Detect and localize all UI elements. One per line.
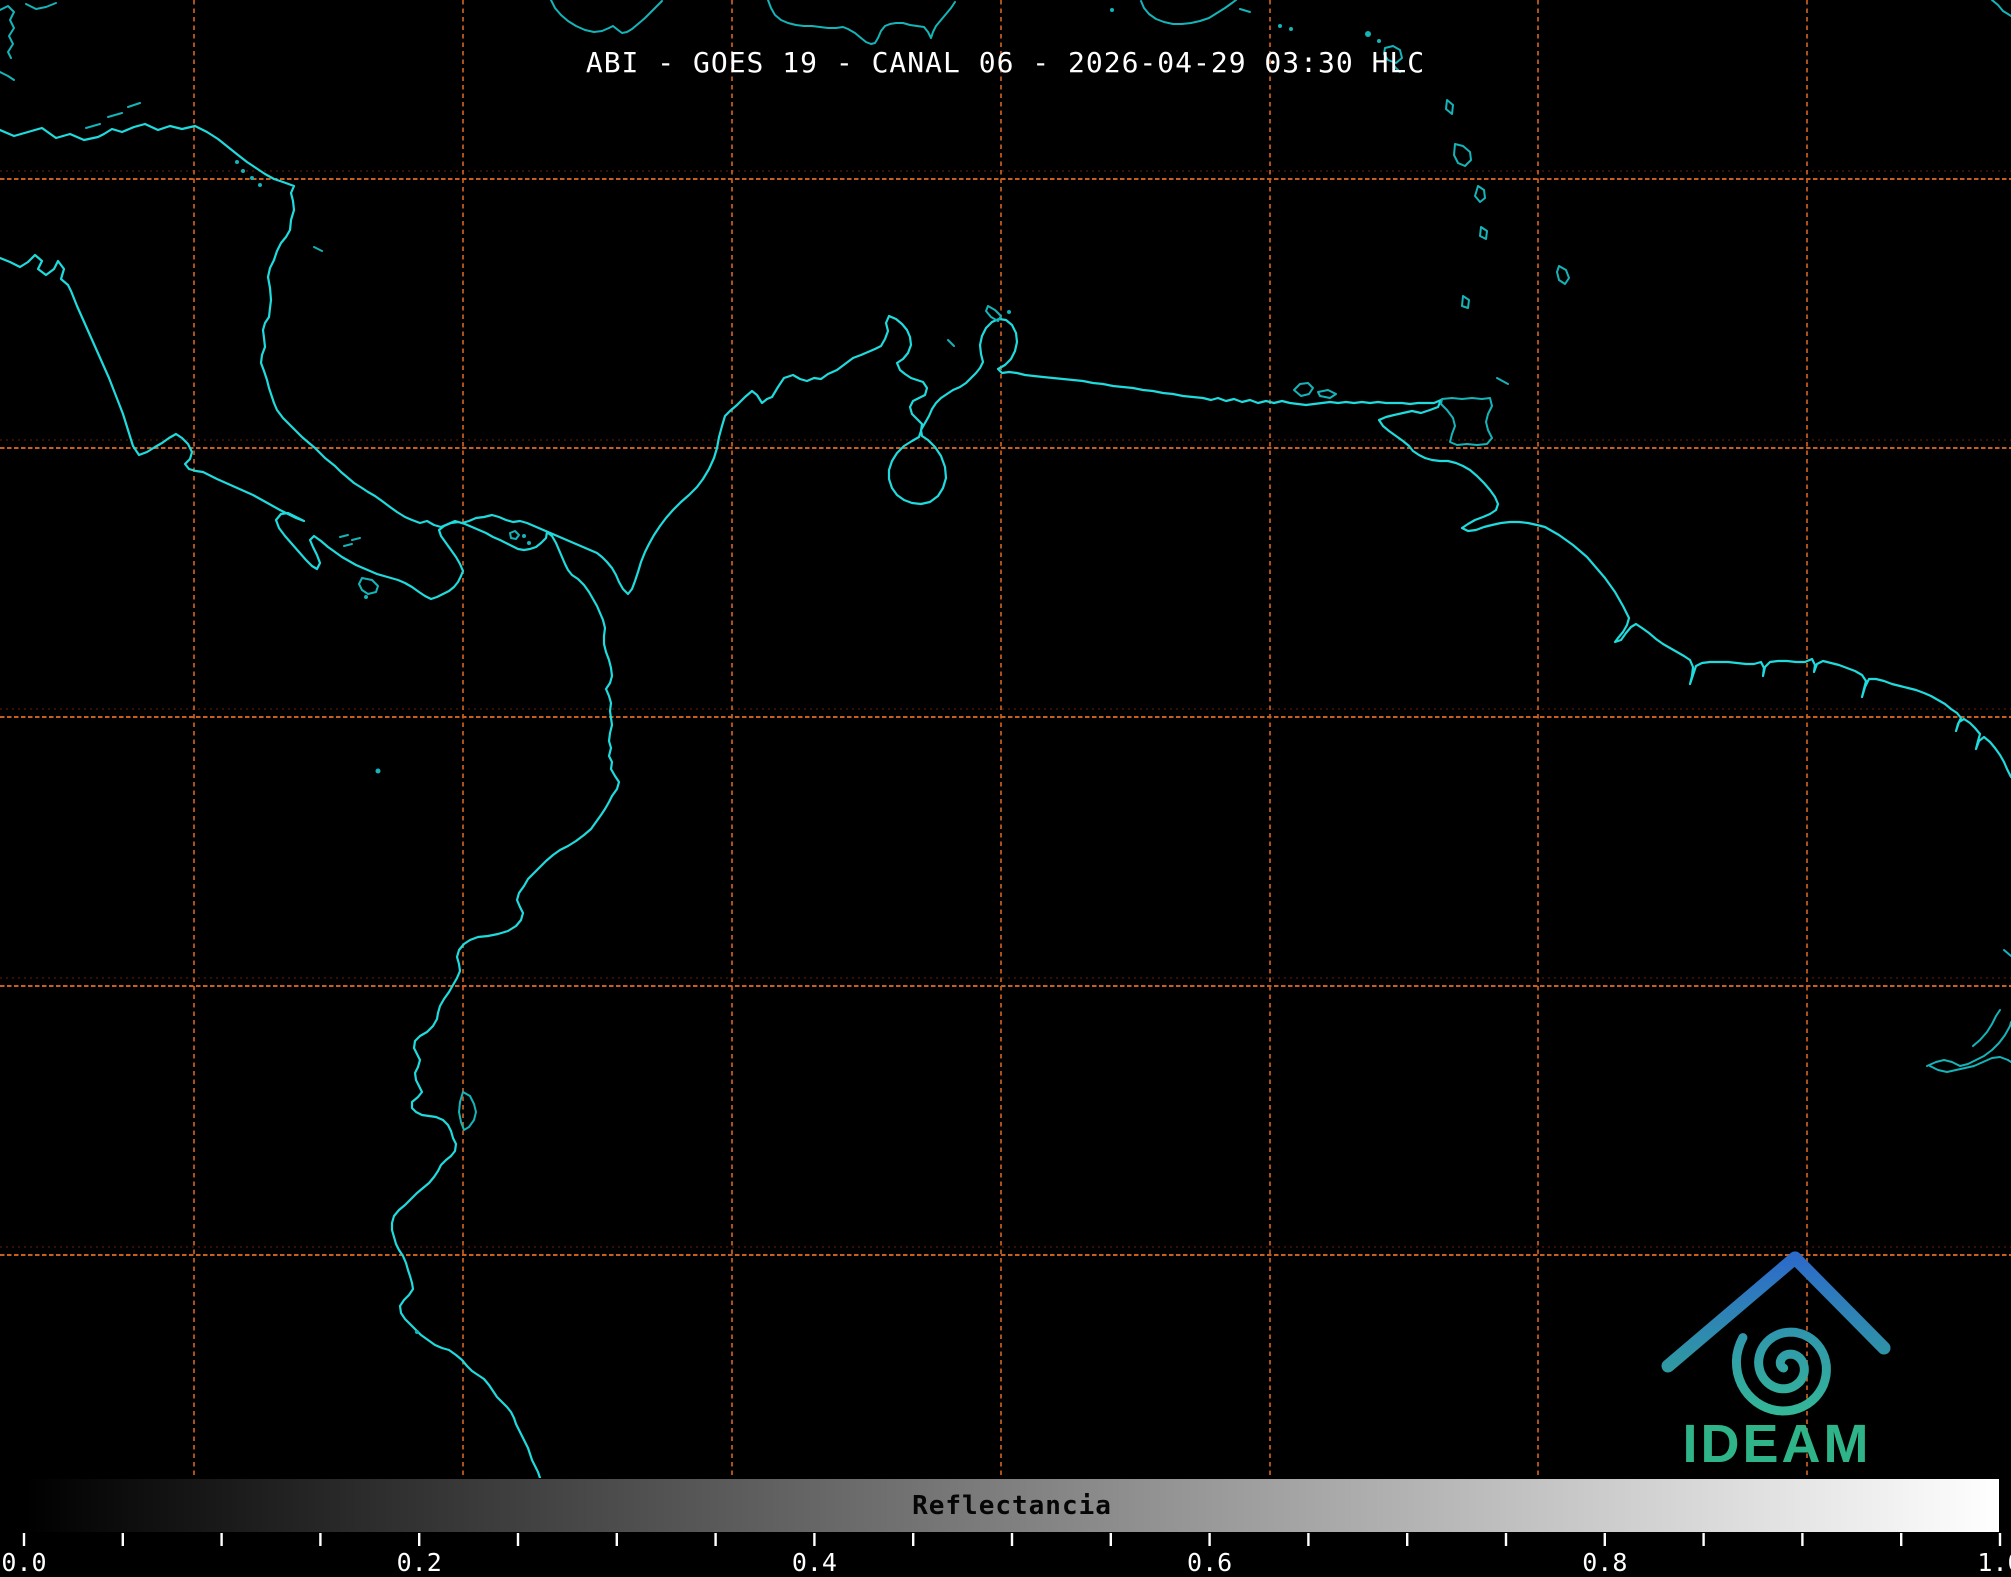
islet-dot xyxy=(1289,27,1293,31)
colorbar-label: Reflectancia xyxy=(912,1490,1112,1521)
islet-dot xyxy=(235,160,239,164)
ideam-logo: IDEAM xyxy=(1661,1251,1891,1474)
island-coastline xyxy=(1440,397,1493,446)
islet-dot xyxy=(250,176,254,180)
island-coastline xyxy=(1453,143,1472,167)
islet-dot xyxy=(1365,31,1371,37)
island-coastline xyxy=(1496,377,1509,385)
islet-dot xyxy=(1007,310,1011,314)
islet-dot xyxy=(415,1330,419,1334)
island-coastline xyxy=(25,2,57,10)
island-coastline xyxy=(1926,1021,2011,1067)
island-coastline xyxy=(1239,8,1251,13)
coastline xyxy=(0,122,2011,779)
colorbar-tick-label: 0.0 xyxy=(1,1548,46,1577)
reflectance-colorbar: Reflectancia xyxy=(24,1478,2000,1533)
island-coastline xyxy=(1991,0,2011,17)
island-coastline xyxy=(550,0,663,34)
island-coastline xyxy=(1317,389,1337,399)
island-coastline xyxy=(509,530,520,540)
product-title: ABI - GOES 19 - CANAL 06 - 2026-04-29 03… xyxy=(585,46,1426,79)
islet-dot xyxy=(375,768,381,774)
island-coastline xyxy=(313,246,323,252)
island-coastline xyxy=(1293,382,1314,397)
island-coastline xyxy=(1479,226,1488,240)
island-coastline xyxy=(947,339,955,347)
island-coastline xyxy=(1474,185,1486,203)
island-coastline xyxy=(1972,1009,2001,1047)
colorbar-tick-label: 0.6 xyxy=(1187,1548,1232,1577)
islet-dot xyxy=(522,534,526,538)
satellite-product-frame: ABI - GOES 19 - CANAL 06 - 2026-04-29 03… xyxy=(0,0,2011,1577)
colorbar-tick-label: 0.8 xyxy=(1582,1548,1627,1577)
island-coastline xyxy=(767,0,956,45)
coastline xyxy=(0,253,621,1480)
logo-mountain-icon xyxy=(1661,1251,1891,1373)
colorbar-axis: 0.0 0.2 0.4 0.6 0.8 1.0 xyxy=(1,1533,2011,1577)
islet-dot xyxy=(527,541,531,545)
island-coastline xyxy=(458,1091,477,1131)
island-coastline xyxy=(1556,265,1570,285)
islet-dot xyxy=(1377,39,1381,43)
logo-wordmark: IDEAM xyxy=(1683,1414,1872,1474)
logo-spiral-icon xyxy=(1731,1327,1831,1416)
island-coastline xyxy=(985,305,1002,322)
islet-dot xyxy=(241,169,245,173)
island-coastline xyxy=(1929,1056,2011,1073)
island-coastline xyxy=(2003,949,2011,957)
island-coastline xyxy=(1445,99,1454,115)
island-coastline xyxy=(358,577,379,595)
graticule-ghost-lines xyxy=(0,170,2011,1248)
colorbar-tick-label: 0.4 xyxy=(792,1548,837,1577)
colorbar-tick-label: 1.0 xyxy=(1977,1548,2011,1577)
island-coastline xyxy=(339,534,361,547)
islet-dot xyxy=(1278,24,1282,28)
colorbar-tick-label: 0.2 xyxy=(397,1548,442,1577)
island-coastline xyxy=(85,102,141,129)
islet-dot xyxy=(1110,8,1114,12)
island-coastline xyxy=(1461,295,1470,309)
island-coastline xyxy=(1140,0,1237,25)
islet-dot xyxy=(258,183,262,187)
island-layer xyxy=(0,0,2011,1334)
islet-dot xyxy=(364,595,368,599)
logo-roof-left xyxy=(1661,1251,1802,1373)
